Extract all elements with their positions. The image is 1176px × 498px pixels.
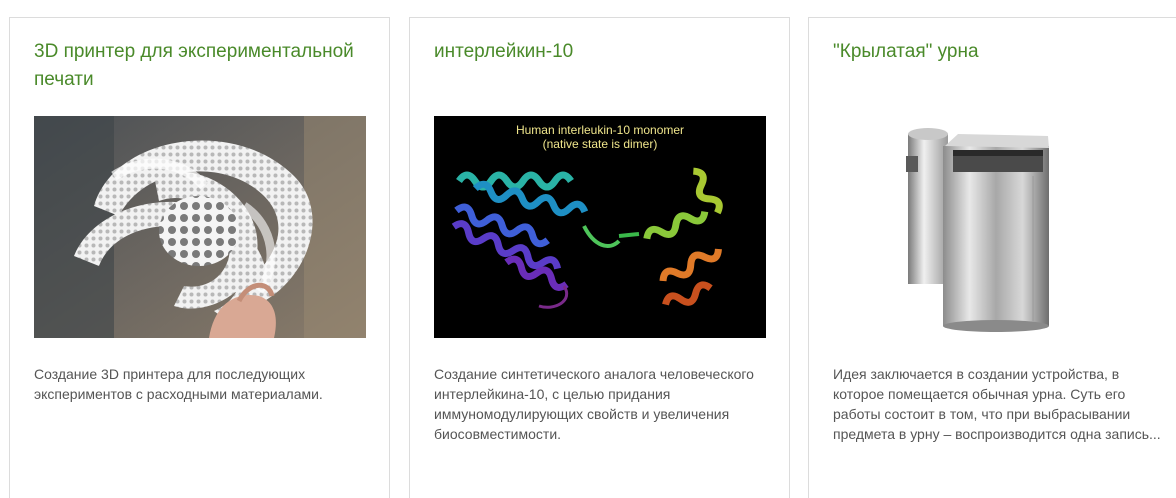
card-title[interactable]: 3D принтер для экспериментальной печати	[34, 38, 374, 94]
image-caption-line-1: Human interleukin-10 monomer	[516, 123, 684, 137]
card-image-urn[interactable]	[833, 116, 1165, 338]
project-card-interleukin[interactable]: интерлейкин-10 Human interleukin-10 mono…	[409, 17, 790, 498]
card-image-3d-print[interactable]	[34, 116, 366, 338]
card-description: Идея заключается в создании устройства, …	[833, 366, 1161, 442]
card-title[interactable]: интерлейкин-10	[434, 38, 774, 66]
card-description: Создание синтетического аналога человече…	[434, 366, 754, 442]
steel-urn-image	[833, 116, 1165, 338]
card-description: Создание 3D принтера для последующих экс…	[34, 366, 323, 402]
protein-structure-image: Human interleukin-10 monomer (native sta…	[434, 116, 766, 338]
project-card-3d-printer[interactable]: 3D принтер для экспериментальной печати	[9, 17, 390, 498]
card-image-protein[interactable]: Human interleukin-10 monomer (native sta…	[434, 116, 766, 338]
project-card-winged-urn[interactable]: "Крылатая" урна Идея заключается в созда…	[808, 17, 1176, 498]
card-title[interactable]: "Крылатая" урна	[833, 38, 1173, 66]
image-caption-line-2: (native state is dimer)	[543, 137, 658, 151]
lattice-sculpture-image	[34, 116, 366, 338]
